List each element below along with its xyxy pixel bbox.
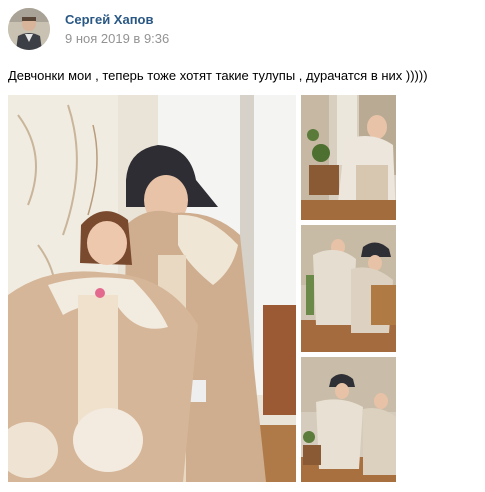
author-name-link[interactable]: Сергей Хапов — [65, 12, 154, 27]
post-text: Девчонки мои , теперь тоже хотят такие т… — [8, 68, 428, 83]
post-photo-2[interactable] — [301, 95, 396, 220]
post-photo-4[interactable] — [301, 357, 396, 482]
post-photo-main[interactable] — [8, 95, 296, 482]
post-date-link[interactable]: 9 ноя 2019 в 9:36 — [65, 31, 169, 46]
author-avatar[interactable] — [8, 8, 50, 50]
post-photo-3[interactable] — [301, 225, 396, 352]
